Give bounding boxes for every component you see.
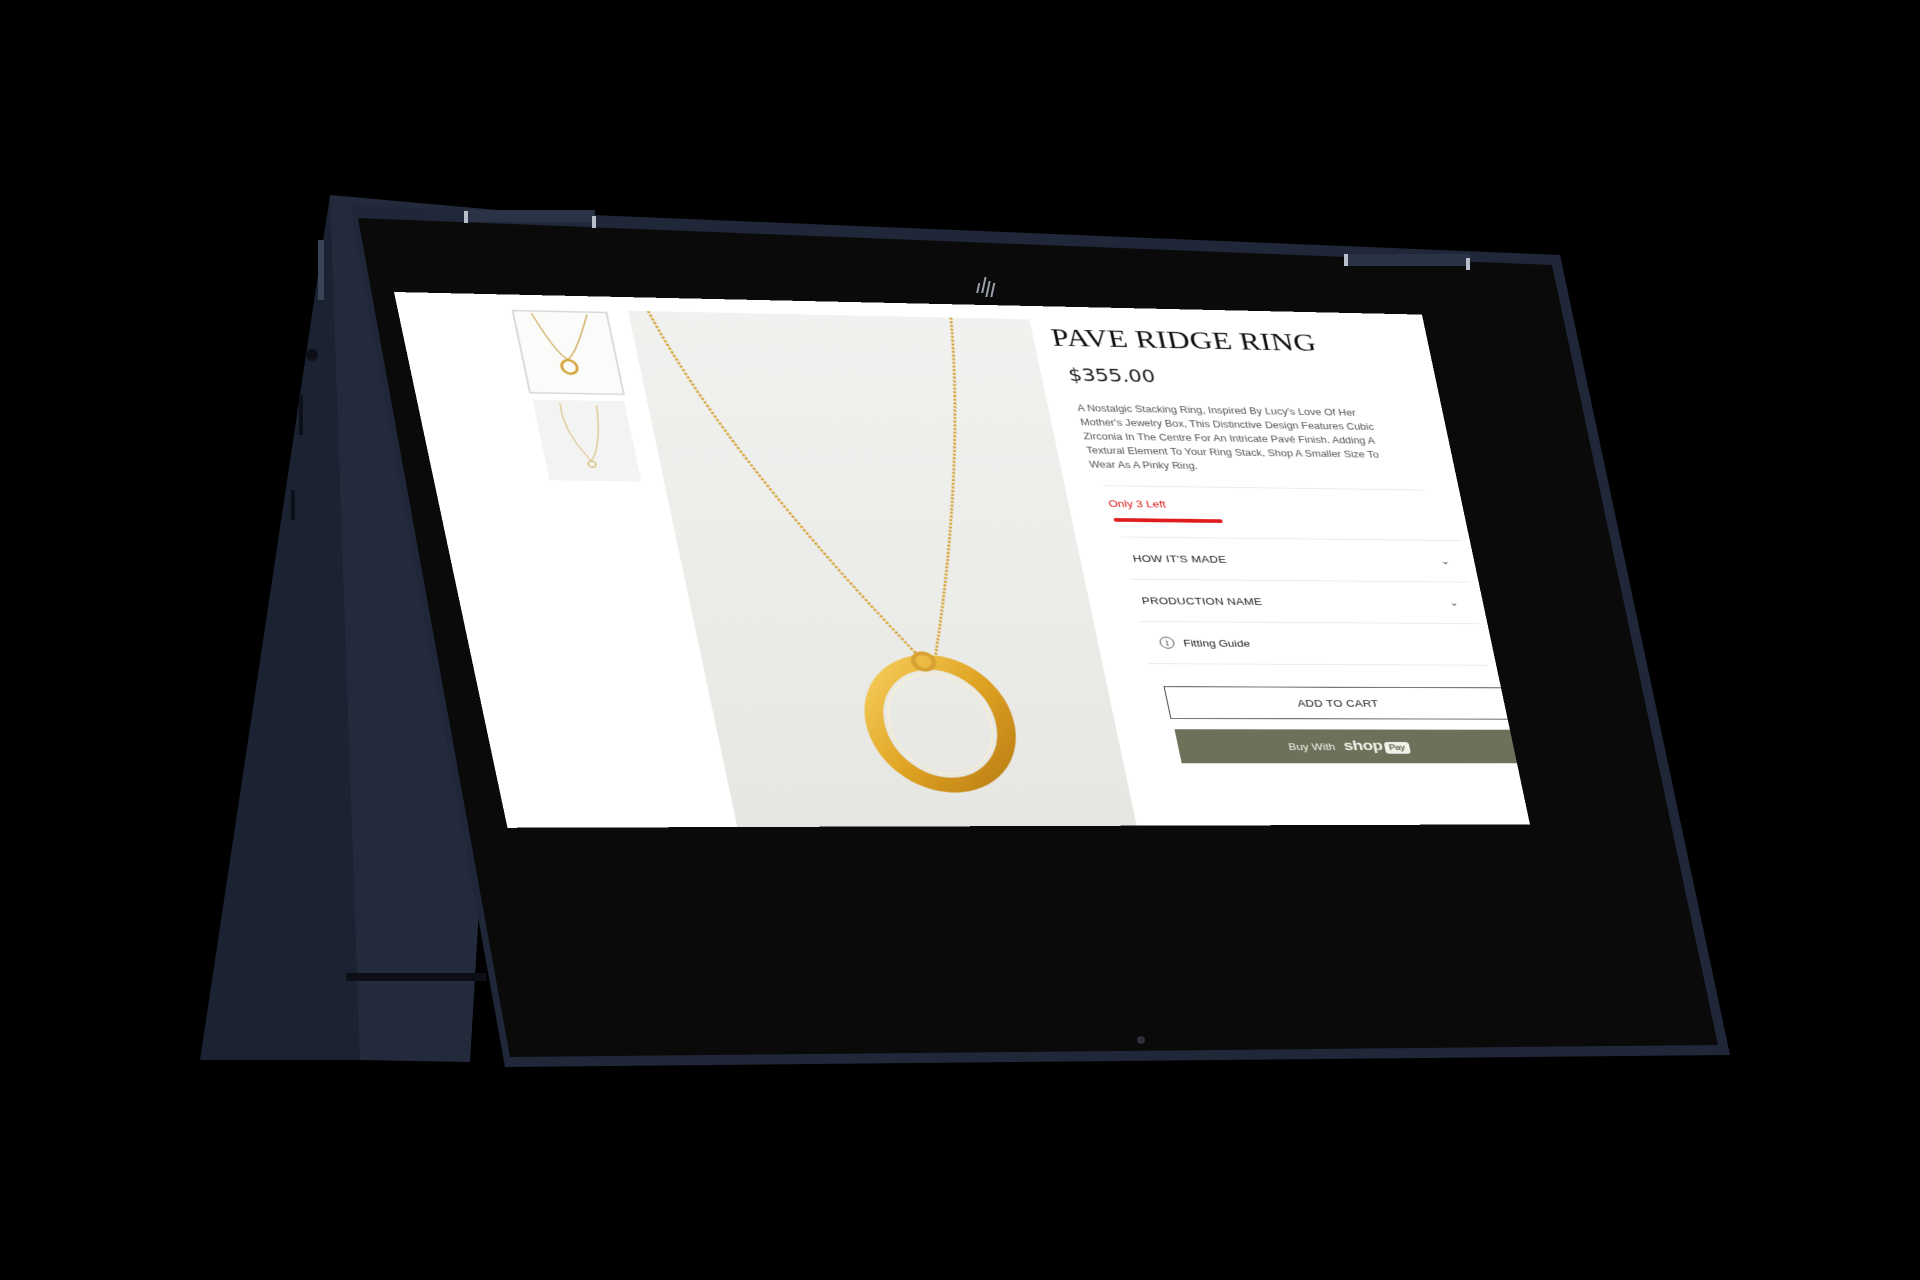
fitting-guide-label: Fitting Guide [1182, 637, 1252, 649]
buy-with-label: Buy With [1287, 740, 1337, 752]
product-page: PAVE RIDGE RING $355.00 A Nostalgic Stac… [394, 292, 1530, 828]
laptop-screen: PAVE RIDGE RING $355.00 A Nostalgic Stac… [394, 292, 1530, 828]
stock-label: Only 3 Left [1107, 497, 1167, 510]
chevron-down-icon: ⌄ [1439, 556, 1451, 567]
necklace-image [628, 311, 1137, 827]
necklace-thumbnail-image [514, 311, 623, 393]
thumbnail-list [511, 309, 647, 489]
hinge-highlight-left [464, 211, 468, 223]
divider [1102, 485, 1426, 491]
stock-level-bar [1113, 518, 1223, 523]
product-title: PAVE RIDGE RING [1048, 324, 1319, 357]
audio-jack [306, 349, 318, 361]
hinge-right [1345, 254, 1470, 266]
product-description: A Nostalgic Stacking Ring, Inspired By L… [1076, 402, 1380, 472]
shop-pay-logo: shop Pay [1342, 738, 1411, 754]
base-vent [346, 973, 486, 981]
usb-port [299, 395, 303, 435]
accordion-label: PRODUCTION NAME [1140, 594, 1264, 607]
info-icon: i [1158, 636, 1176, 649]
product-accordion: HOW IT'S MADE ⌄ PRODUCTION NAME ⌄ i Fitt… [1120, 536, 1488, 666]
accordion-label: HOW IT'S MADE [1131, 552, 1228, 565]
pay-pill: Pay [1383, 741, 1411, 754]
thumbnail-1[interactable] [511, 309, 625, 396]
shop-brand-label: shop [1342, 738, 1385, 754]
shop-pay-button[interactable]: Buy With shop Pay [1174, 729, 1521, 764]
scene: PAVE RIDGE RING $355.00 A Nostalgic Stac… [0, 0, 1920, 1280]
hinge-left [465, 210, 595, 222]
chevron-down-icon: ⌄ [1448, 597, 1460, 608]
usb-port-2 [291, 490, 295, 520]
hinge-highlight-right [1344, 254, 1348, 266]
add-to-cart-button[interactable]: ADD TO CART [1163, 686, 1510, 720]
accordion-how-its-made[interactable]: HOW IT'S MADE ⌄ [1120, 536, 1470, 582]
thumbnail-2[interactable] [532, 399, 642, 482]
camera-icon [1137, 1036, 1145, 1044]
accordion-production-name[interactable]: PRODUCTION NAME ⌄ [1129, 578, 1479, 624]
hinge-highlight-right-2 [1466, 258, 1470, 270]
product-price: $355.00 [1066, 365, 1158, 387]
product-main-image[interactable] [627, 310, 1137, 828]
fitting-guide-link[interactable]: i Fitting Guide [1138, 621, 1488, 666]
necklace-thumbnail-image-2 [532, 400, 641, 482]
add-to-cart-label: ADD TO CART [1296, 697, 1380, 709]
product-info: PAVE RIDGE RING $355.00 A Nostalgic Stac… [1048, 321, 1521, 764]
side-port [318, 240, 324, 300]
hinge-highlight-left-2 [592, 216, 596, 228]
